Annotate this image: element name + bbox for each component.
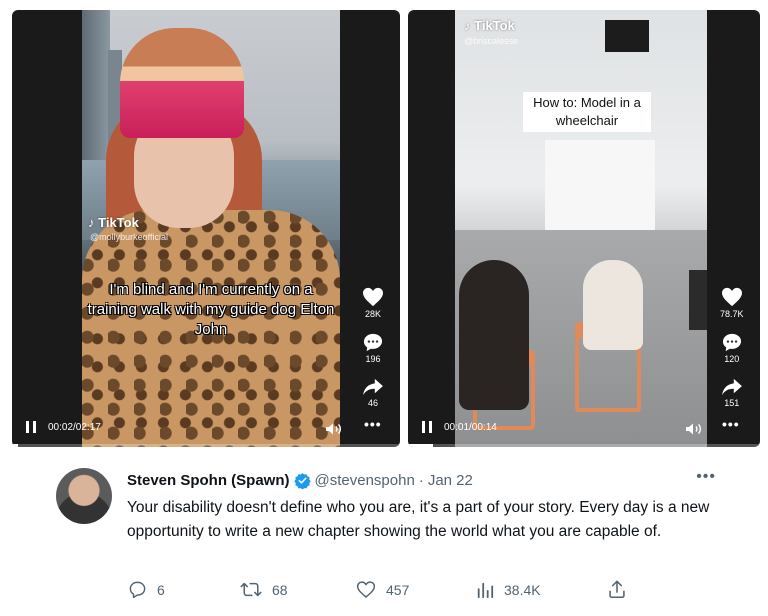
more-options-icon[interactable]: ••• bbox=[364, 416, 382, 432]
pause-icon[interactable] bbox=[422, 421, 432, 433]
separator: · bbox=[418, 471, 424, 489]
like-count: 78.7K bbox=[720, 309, 744, 319]
share-metric[interactable]: 46 bbox=[362, 378, 384, 408]
more-options-icon[interactable]: ••• bbox=[722, 416, 740, 432]
video-progress-fill bbox=[408, 444, 433, 447]
studio-light bbox=[605, 20, 649, 52]
comment-count: 196 bbox=[365, 354, 381, 364]
video-caption: I'm blind and I'm currently on a trainin… bbox=[87, 281, 335, 338]
tiktok-watermark: ♪ TikTok bbox=[88, 215, 139, 230]
verified-badge-icon bbox=[293, 472, 311, 489]
tiktok-watermark: ♪ TikTok bbox=[464, 18, 515, 33]
share-arrow-icon bbox=[721, 378, 742, 396]
volume-icon[interactable] bbox=[685, 422, 703, 436]
reply-count: 6 bbox=[157, 581, 165, 598]
like-metric[interactable]: 78.7K bbox=[720, 287, 744, 319]
video-caption: How to: Model in a wheelchair bbox=[523, 92, 651, 132]
retweet-count: 68 bbox=[272, 581, 288, 598]
tweet-date[interactable]: Jan 22 bbox=[428, 472, 473, 489]
tiktok-username: @mollyburkeofficial bbox=[90, 232, 168, 242]
retweet-icon bbox=[240, 582, 262, 597]
video-controls: 00:02/02:17 ••• bbox=[12, 413, 400, 447]
tweet-text: Your disability doesn't define who you a… bbox=[127, 499, 710, 540]
views-chart-icon bbox=[477, 582, 494, 598]
share-count: 151 bbox=[724, 398, 740, 408]
volume-icon[interactable] bbox=[325, 422, 343, 436]
comment-count: 120 bbox=[724, 354, 740, 364]
comment-icon bbox=[722, 333, 741, 352]
video-player-right[interactable]: ♪ TikTok @briscalesse How to: Model in a… bbox=[408, 10, 760, 447]
person-hat bbox=[120, 28, 244, 138]
tweet-page: ♪ TikTok @mollyburkeofficial I'm blind a… bbox=[0, 0, 768, 616]
engagement-rail: 78.7K 120 151 bbox=[720, 287, 744, 422]
share-metric[interactable]: 151 bbox=[721, 378, 743, 408]
heart-outline-icon bbox=[356, 581, 376, 598]
video-timestamp: 00:02/02:17 bbox=[48, 422, 101, 433]
tweet-actions: 6 68 457 38.4K bbox=[128, 580, 648, 599]
tiktok-username: @briscalesse bbox=[464, 36, 519, 46]
pause-icon[interactable] bbox=[26, 421, 36, 433]
video-player-left[interactable]: ♪ TikTok @mollyburkeofficial I'm blind a… bbox=[12, 10, 400, 447]
more-options-icon[interactable]: ••• bbox=[696, 468, 716, 486]
tweet-header: Steven Spohn (Spawn) @stevenspohn · Jan … bbox=[127, 470, 736, 490]
video-progress-fill bbox=[12, 444, 18, 447]
seated-person bbox=[583, 260, 643, 350]
video-progress-bar[interactable] bbox=[408, 444, 760, 447]
background-building bbox=[82, 10, 110, 170]
heart-icon bbox=[721, 287, 742, 307]
share-arrow-icon bbox=[363, 378, 383, 396]
video-progress-bar[interactable] bbox=[12, 444, 400, 447]
like-count: 28K bbox=[364, 309, 381, 319]
video-frame: ♪ TikTok @briscalesse How to: Model in a… bbox=[455, 10, 707, 447]
author-handle[interactable]: @stevenspohn bbox=[315, 472, 415, 489]
video-controls: 00:01/00:14 ••• bbox=[408, 413, 760, 447]
video-frame: ♪ TikTok @mollyburkeofficial I'm blind a… bbox=[82, 10, 340, 447]
like-metric[interactable]: 28K bbox=[362, 287, 384, 319]
share-icon bbox=[609, 580, 625, 599]
views-button[interactable]: 38.4K bbox=[476, 581, 608, 599]
comment-metric[interactable]: 196 bbox=[363, 333, 383, 364]
like-button[interactable]: 457 bbox=[356, 580, 476, 599]
share-button[interactable] bbox=[608, 580, 626, 599]
video-timestamp: 00:01/00:14 bbox=[444, 422, 497, 433]
avatar[interactable] bbox=[56, 468, 112, 524]
retweet-button[interactable]: 68 bbox=[240, 580, 356, 599]
heart-icon bbox=[363, 287, 383, 307]
author-name[interactable]: Steven Spohn (Spawn) bbox=[127, 472, 290, 489]
comment-metric[interactable]: 120 bbox=[722, 333, 742, 364]
studio-backdrop bbox=[545, 140, 655, 235]
view-count: 38.4K bbox=[504, 581, 541, 598]
reply-icon bbox=[129, 581, 146, 599]
studio-equipment bbox=[689, 270, 707, 330]
like-count: 457 bbox=[386, 581, 410, 598]
share-count: 46 bbox=[367, 398, 378, 408]
reply-button[interactable]: 6 bbox=[128, 580, 240, 599]
comment-icon bbox=[363, 333, 383, 352]
seated-person bbox=[459, 260, 529, 410]
engagement-rail: 28K 196 46 bbox=[362, 287, 384, 422]
